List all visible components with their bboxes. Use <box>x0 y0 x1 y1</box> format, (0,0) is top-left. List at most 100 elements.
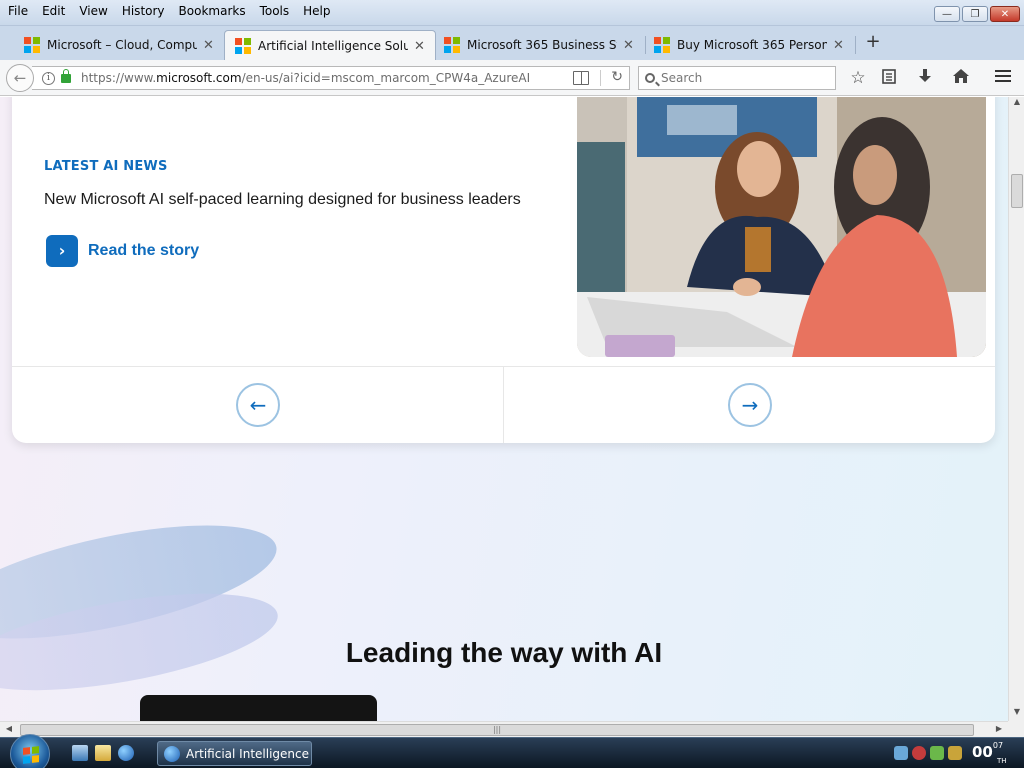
taskbar-browser-button[interactable]: Artificial Intelligence ... <box>157 741 312 766</box>
dark-content-card <box>140 695 377 721</box>
chevron-right-icon: › <box>46 235 78 267</box>
search-icon <box>645 73 655 83</box>
horizontal-scrollbar[interactable]: ◀ ||| ▶ <box>0 721 1008 737</box>
ai-news-card: LATEST AI NEWS New Microsoft AI self-pac… <box>12 97 995 443</box>
scroll-up-icon[interactable]: ▲ <box>1009 97 1024 111</box>
windows-logo-icon <box>23 746 39 764</box>
clipboard-svg <box>882 69 896 84</box>
tab-buy-microsoft-365[interactable]: Buy Microsoft 365 Personal... ✕ <box>644 30 856 60</box>
close-icon: ✕ <box>1000 8 1010 20</box>
url-domain: microsoft.com <box>156 71 242 85</box>
arrow-left-icon: ← <box>249 393 267 417</box>
menu-bookmarks[interactable]: Bookmarks <box>175 4 250 18</box>
tab-close-icon[interactable]: ✕ <box>833 38 844 53</box>
tab-title: Buy Microsoft 365 Personal... <box>677 38 827 52</box>
clock-hour: 00 <box>972 743 993 761</box>
download-svg <box>919 69 931 82</box>
tab-strip: Microsoft – Cloud, Compu... ✕ Artificial… <box>0 26 1024 61</box>
url-text[interactable]: https://www.microsoft.com/en-us/ai?icid=… <box>81 71 530 85</box>
next-slide-button[interactable]: → <box>728 383 772 427</box>
navigation-toolbar: i https://www.microsoft.com/en-us/ai?ici… <box>0 60 1024 96</box>
photo-illustration <box>577 97 986 357</box>
news-photo <box>577 97 986 357</box>
hamburger-menu-icon[interactable] <box>993 68 1013 88</box>
network-tray-icon[interactable] <box>894 746 908 760</box>
update-tray-icon[interactable] <box>930 746 944 760</box>
clock-suffix: TH <box>997 757 1007 765</box>
menu-history[interactable]: History <box>118 4 169 18</box>
explorer-icon[interactable] <box>95 745 111 761</box>
microsoft-logo-icon <box>654 37 670 53</box>
tab-close-icon[interactable]: ✕ <box>203 38 214 53</box>
home-svg <box>953 69 969 83</box>
new-tab-button[interactable]: + <box>862 31 884 53</box>
menu-tools[interactable]: Tools <box>256 4 294 18</box>
scroll-right-icon[interactable]: ▶ <box>992 724 1006 733</box>
taskbar-button-label: Artificial Intelligence ... <box>186 746 312 761</box>
menu-view[interactable]: View <box>75 4 111 18</box>
microsoft-logo-icon <box>24 37 40 53</box>
tab-separator <box>855 36 856 54</box>
back-button[interactable]: ← <box>6 64 34 92</box>
tab-title: Microsoft 365 Business Sta... <box>467 38 617 52</box>
close-window-button[interactable]: ✕ <box>990 6 1020 22</box>
address-bar[interactable]: i https://www.microsoft.com/en-us/ai?ici… <box>32 66 630 90</box>
bookmark-star-icon[interactable]: ☆ <box>848 68 868 88</box>
microsoft-logo-icon <box>235 38 251 54</box>
menu-bar: File Edit View History Bookmarks Tools H… <box>0 0 341 22</box>
url-path: /en-us/ai?icid=mscom_marcom_CPW4a_AzureA… <box>241 71 531 85</box>
menu-edit[interactable]: Edit <box>38 4 69 18</box>
minimize-icon: — <box>942 8 952 20</box>
system-clock[interactable]: 0007 TH <box>972 741 1007 765</box>
menu-file[interactable]: File <box>4 4 32 18</box>
url-divider <box>600 70 601 86</box>
browser-globe-icon <box>164 745 180 762</box>
url-prefix: https://www. <box>81 71 157 85</box>
scrollbar-corner <box>1008 721 1024 737</box>
hamburger-svg <box>995 70 1011 82</box>
search-input[interactable]: Search <box>638 66 836 90</box>
minimize-button[interactable]: — <box>934 6 960 22</box>
window-titlebar: File Edit View History Bookmarks Tools H… <box>0 0 1024 26</box>
start-button[interactable] <box>10 734 50 768</box>
section-title: Leading the way with AI <box>345 637 663 668</box>
security-tray-icon[interactable] <box>912 746 926 760</box>
site-info-icon[interactable]: i <box>42 71 55 85</box>
download-icon[interactable] <box>915 68 935 88</box>
taskbar: Artificial Intelligence ... 0007 TH <box>0 734 1024 768</box>
bookmarks-library-icon[interactable] <box>879 68 899 88</box>
news-eyebrow: LATEST AI NEWS <box>44 159 168 174</box>
horizontal-scroll-thumb[interactable]: ||| <box>20 724 974 736</box>
news-headline: New Microsoft AI self-paced learning des… <box>44 191 521 208</box>
home-icon[interactable] <box>951 68 971 88</box>
scroll-down-icon[interactable]: ▼ <box>1009 707 1024 721</box>
read-story-label: Read the story <box>88 242 200 259</box>
vertical-scrollbar[interactable]: ▲ ▼ <box>1008 97 1024 721</box>
plus-icon: + <box>865 31 881 52</box>
tab-artificial-intelligence[interactable]: Artificial Intelligence Soluti... ✕ <box>224 30 436 61</box>
tab-microsoft-cloud[interactable]: Microsoft – Cloud, Compu... ✕ <box>14 30 226 60</box>
reader-view-icon[interactable] <box>573 71 589 85</box>
back-arrow-icon: ← <box>13 69 27 87</box>
previous-slide-button[interactable]: ← <box>236 383 280 427</box>
vertical-scroll-thumb[interactable] <box>1011 174 1023 208</box>
tab-close-icon[interactable]: ✕ <box>623 38 634 53</box>
tab-title: Microsoft – Cloud, Compu... <box>47 38 197 52</box>
arrow-right-icon: → <box>741 393 759 417</box>
show-desktop-icon[interactable] <box>72 745 88 761</box>
scroll-left-icon[interactable]: ◀ <box>2 724 16 733</box>
tab-microsoft-365-business[interactable]: Microsoft 365 Business Sta... ✕ <box>434 30 646 60</box>
menu-help[interactable]: Help <box>299 4 334 18</box>
lock-icon <box>61 68 71 83</box>
volume-tray-icon[interactable] <box>948 746 962 760</box>
reload-icon[interactable]: ↻ <box>611 69 623 85</box>
tab-close-icon[interactable]: ✕ <box>414 39 425 54</box>
page-viewport: LATEST AI NEWS New Microsoft AI self-pac… <box>0 97 1008 721</box>
read-story-link[interactable]: › Read the story <box>46 235 199 267</box>
microsoft-logo-icon <box>444 37 460 53</box>
restore-icon: ❐ <box>970 8 980 20</box>
window-controls: — ❐ ✕ <box>934 6 1020 22</box>
browser-quicklaunch-icon[interactable] <box>118 745 134 761</box>
search-placeholder: Search <box>661 71 703 85</box>
restore-button[interactable]: ❐ <box>962 6 988 22</box>
